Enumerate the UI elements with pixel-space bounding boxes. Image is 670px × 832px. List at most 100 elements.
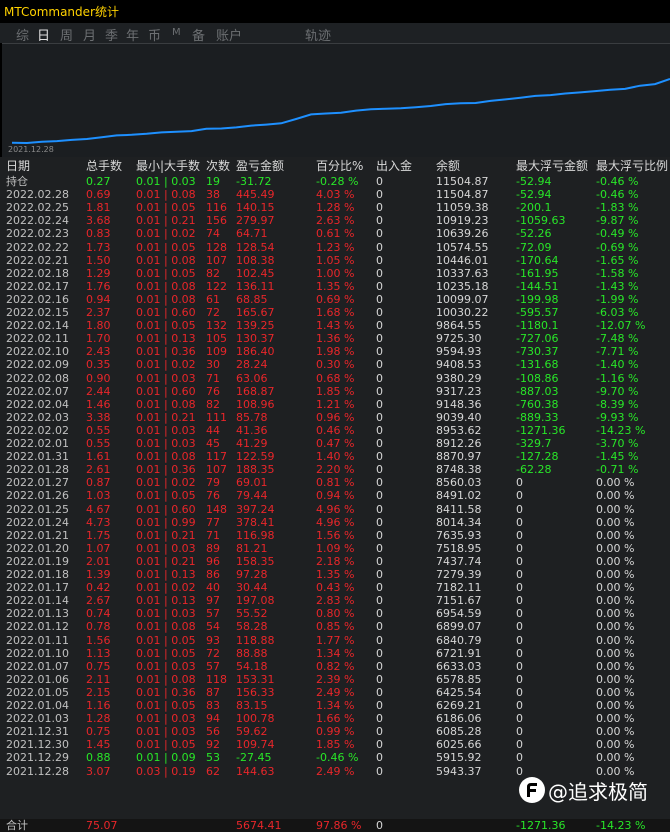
cell-col-5: 55.52	[236, 607, 268, 621]
cell-col-1: 2022.02.16	[6, 292, 69, 306]
cell-col-7: 0	[376, 515, 383, 529]
cell-col-10: -0.71 %	[596, 463, 639, 477]
cell-col-7: 0	[376, 633, 383, 647]
cell-col-10: 0.00 %	[596, 751, 635, 765]
table-row: 2022.02.18 1.29 0.01 | 0.05 82 102.45 1.00 % 0…	[0, 267, 670, 280]
cell-col-4: 116	[206, 201, 227, 215]
cell-col-4: 74	[206, 227, 220, 241]
balance-curve	[11, 78, 670, 145]
cell-col-10: 0.00 %	[596, 712, 635, 726]
tab-7[interactable]: 币	[148, 25, 161, 44]
cell-col-10: -1.16 %	[596, 371, 639, 385]
cell-col-4: 94	[206, 712, 220, 726]
cell-col-8: 6954.59	[436, 607, 482, 621]
cell-col-6: 1.77 %	[316, 633, 355, 647]
cell-col-10: -7.71 %	[596, 345, 639, 359]
table-row: 2022.02.08 0.90 0.01 | 0.03 71 63.06 0.68 % 0 9…	[0, 372, 670, 385]
cell-col-2: 75.07	[86, 819, 118, 832]
cell-col-6: 2.20 %	[316, 463, 355, 477]
cell-col-5: 盈亏金额	[236, 159, 285, 173]
cell-col-4: 30	[206, 358, 220, 372]
tab-2[interactable]: 日	[37, 25, 50, 44]
cell-col-5: 102.45	[236, 266, 275, 280]
cell-col-6: 0.82 %	[316, 659, 355, 673]
balance-line	[11, 78, 670, 145]
cell-col-4: 57	[206, 659, 220, 673]
cell-col-2: 0.94	[86, 292, 111, 306]
cell-col-9: 0	[516, 672, 523, 686]
cell-col-2: 1.13	[86, 646, 111, 660]
tab-10[interactable]: 账户	[216, 25, 242, 44]
table-row: 2022.02.10 2.43 0.01 | 0.36 109 186.40 1.98 %…	[0, 345, 670, 358]
cell-col-7: 0	[376, 437, 383, 450]
cell-col-3: 0.01 | 0.02	[136, 581, 196, 595]
cell-col-1: 2022.01.13	[6, 607, 69, 621]
cell-col-5: 85.78	[236, 410, 268, 424]
tab-11[interactable]: 轨迹	[305, 25, 331, 44]
cell-col-8: 7182.11	[436, 581, 482, 595]
cell-col-9: 最大浮亏金额	[516, 159, 589, 173]
cell-col-4: 86	[206, 568, 220, 581]
cell-col-2: 2.67	[86, 594, 111, 608]
table-header: 日期 总手数 最小|大手数 次数 盈亏金额 百分比% 出入金 余额 最大浮亏金额 最大浮亏比例	[0, 160, 670, 173]
table-row: 2021.12.29 0.88 0.01 | 0.09 53 -27.45 -0.46 %…	[0, 751, 670, 764]
cell-col-10: -1.58 %	[596, 266, 639, 280]
cell-col-7: 0	[376, 712, 383, 726]
cell-col-8: 6840.79	[436, 633, 482, 647]
cell-col-3: 最小|大手数	[136, 159, 201, 173]
cell-col-7: 0	[376, 764, 383, 778]
cell-col-10: 最大浮亏比例	[596, 159, 669, 173]
table-row: 2022.01.07 0.75 0.01 | 0.03 57 54.18 0.82 % 0 6…	[0, 660, 670, 673]
tab-3[interactable]: 周	[60, 25, 73, 44]
cell-col-5: 83.15	[236, 699, 268, 712]
tab-8[interactable]: M	[172, 27, 181, 38]
table-row: 2022.01.28 2.61 0.01 | 0.36 107 188.35 2.20 %…	[0, 463, 670, 476]
cell-col-3: 0.01 | 0.13	[136, 568, 196, 581]
cell-col-9: -730.37	[516, 345, 559, 359]
cell-col-9: -127.28	[516, 450, 559, 464]
cell-col-8: 11504.87	[436, 175, 489, 188]
table-row: 2022.01.21 1.75 0.01 | 0.21 71 116.98 1.56 % 0…	[0, 529, 670, 542]
cell-col-4: 148	[206, 502, 227, 516]
cell-col-6: 1.34 %	[316, 699, 355, 712]
cell-col-6: 1.34 %	[316, 646, 355, 660]
cell-col-4: 53	[206, 751, 220, 765]
cell-col-3: 0.01 | 0.36	[136, 685, 196, 699]
cell-col-6: 1.85 %	[316, 738, 355, 752]
cell-col-4: 109	[206, 345, 227, 359]
tab-1[interactable]: 综	[16, 25, 29, 44]
cell-col-3: 0.01 | 0.08	[136, 279, 196, 293]
cell-col-1: 2022.01.26	[6, 489, 69, 503]
cell-col-8: 6085.28	[436, 725, 482, 739]
cell-col-10: 0.00 %	[596, 541, 635, 555]
cell-col-3: 0.01 | 0.08	[136, 253, 196, 267]
cell-col-2: 0.27	[86, 175, 111, 188]
cell-col-5: 128.54	[236, 240, 275, 254]
cell-col-3: 0.01 | 0.05	[136, 646, 196, 660]
cell-col-2: 1.75	[86, 528, 111, 542]
tab-4[interactable]: 月	[83, 25, 96, 44]
cell-col-10: 0.00 %	[596, 685, 635, 699]
cell-col-9: -760.38	[516, 397, 559, 411]
tab-9[interactable]: 备	[192, 25, 205, 44]
cell-col-9: 0	[516, 633, 523, 647]
cell-col-10: -0.69 %	[596, 240, 639, 254]
cell-col-2: 2.61	[86, 463, 111, 477]
cell-col-5: 130.37	[236, 332, 275, 346]
tab-5[interactable]: 季	[105, 25, 118, 44]
cell-col-8: 9148.36	[436, 397, 482, 411]
cell-col-1: 2022.01.10	[6, 646, 69, 660]
cell-col-5: 69.01	[236, 476, 268, 490]
cell-col-1: 2022.02.04	[6, 397, 69, 411]
cell-col-3: 0.01 | 0.05	[136, 201, 196, 215]
cell-col-6: -0.28 %	[316, 175, 359, 188]
cell-col-7: 0	[376, 214, 383, 228]
cell-col-5: 81.21	[236, 541, 268, 555]
cell-col-10: -14.23 %	[596, 423, 646, 437]
cell-col-4: 96	[206, 554, 220, 568]
cell-col-5: 79.44	[236, 489, 268, 503]
cell-col-8: 7279.39	[436, 568, 482, 581]
cell-col-10: -8.39 %	[596, 397, 639, 411]
tab-6[interactable]: 年	[126, 25, 139, 44]
cell-col-9: -1180.1	[516, 319, 559, 333]
